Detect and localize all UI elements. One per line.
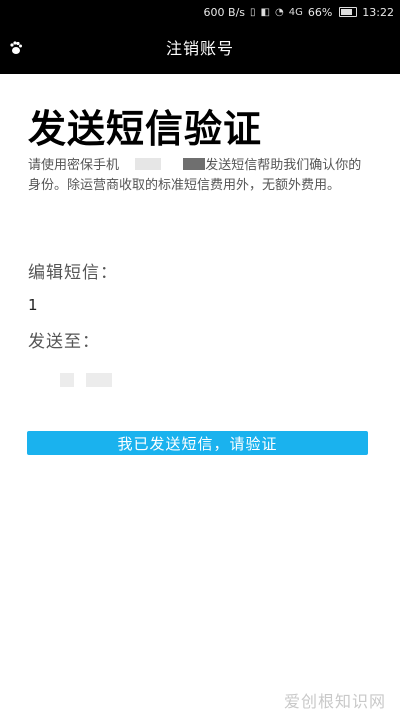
verify-description: 请使用密保手机 发送短信帮助我们确认你的身份。除运营商收取的标准短信费用外，无额… — [28, 156, 374, 196]
watermark: 爱创根知识网 — [283, 692, 386, 711]
masked-recipient-number-2 — [86, 373, 112, 387]
masked-phone-part-dark — [183, 158, 206, 170]
cast-icon: ◧ — [260, 6, 270, 18]
send-to-label: 发送至： — [28, 332, 100, 352]
main-content: 发送短信验证 请使用密保手机 发送短信帮助我们确认你的身份。除运营商收取的标准短… — [28, 106, 374, 196]
masked-recipient-number — [60, 373, 74, 387]
network-speed: 600 B/s — [203, 5, 246, 19]
battery-percent: 66% — [307, 5, 333, 19]
signal-icon: 4G — [288, 6, 303, 18]
description-prefix: 请使用密保手机 — [28, 158, 120, 173]
vibrate-icon: ▯ — [250, 6, 256, 18]
masked-phone-part — [135, 158, 162, 170]
verify-heading: 发送短信验证 — [28, 107, 263, 151]
confirm-sent-button[interactable]: 我已发送短信，请验证 — [27, 431, 368, 455]
status-bar: 600 B/s ▯ ◧ ◔ 4G 66% 13:22 — [0, 0, 400, 24]
clock: 13:22 — [362, 5, 394, 19]
sms-label: 编辑短信： — [28, 263, 118, 283]
page-title: 注销账号 — [165, 39, 234, 58]
app-bar: 注销账号 — [0, 24, 400, 74]
alarm-icon: ◔ — [274, 6, 284, 18]
sms-content[interactable]: 1 — [28, 296, 38, 314]
battery-icon — [339, 7, 358, 17]
